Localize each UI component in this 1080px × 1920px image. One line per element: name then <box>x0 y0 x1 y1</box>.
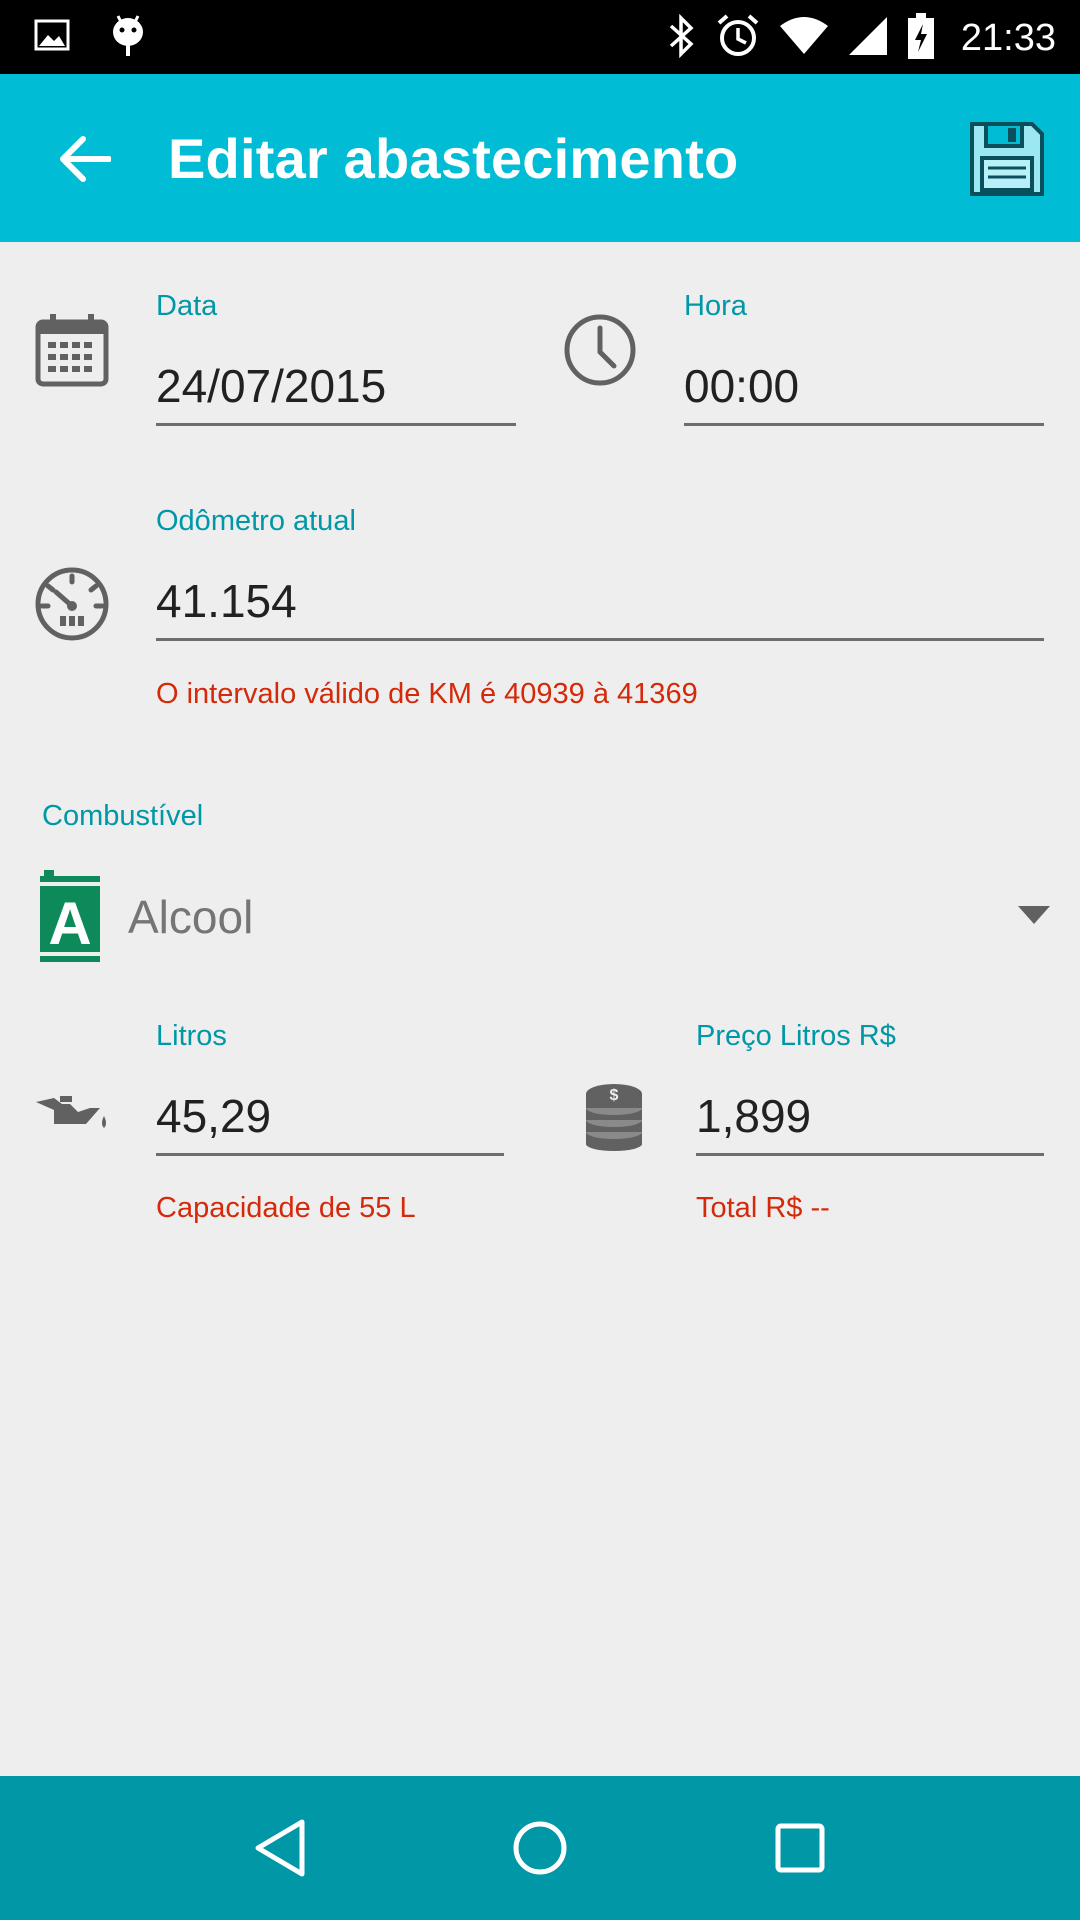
save-button[interactable] <box>968 120 1046 198</box>
calendar-icon <box>34 312 110 388</box>
wifi-icon <box>779 16 829 61</box>
bluetooth-icon <box>667 13 697 63</box>
back-triangle-icon <box>255 1819 305 1877</box>
recents-square-icon <box>775 1823 825 1873</box>
page-title: Editar abastecimento <box>168 127 739 190</box>
navigation-bar <box>0 1776 1080 1920</box>
image-icon <box>34 19 70 56</box>
liters-capacity-text: Capacidade de 55 L <box>156 1192 416 1224</box>
fuel-label: Combustível <box>42 800 204 832</box>
date-field: Data <box>156 290 516 426</box>
home-circle-icon <box>513 1821 567 1875</box>
nav-home-button[interactable] <box>495 1803 585 1893</box>
status-bar-right: 21:33 <box>667 10 1056 66</box>
price-input[interactable] <box>696 1089 1044 1156</box>
status-clock: 21:33 <box>960 16 1056 59</box>
price-label: Preço Litros R$ <box>696 1020 896 1052</box>
clock-icon <box>562 312 638 388</box>
speedometer-icon <box>34 566 110 642</box>
date-label: Data <box>156 290 218 322</box>
svg-text:$: $ <box>610 1087 619 1104</box>
back-button[interactable] <box>50 124 120 194</box>
status-bar: 21:33 <box>0 0 1080 74</box>
signal-icon <box>847 15 889 62</box>
oil-can-icon <box>34 1090 110 1140</box>
price-field: Preço Litros R$ <box>696 1020 1044 1156</box>
time-label: Hora <box>684 290 747 322</box>
odometer-label: Odômetro atual <box>156 505 356 537</box>
nav-back-button[interactable] <box>235 1803 325 1893</box>
total-price-text: Total R$ -- <box>696 1192 830 1224</box>
fuel-can-icon: A <box>36 868 104 964</box>
fuel-badge-letter: A <box>48 890 91 957</box>
fuel-select[interactable]: A Alcool <box>30 860 1050 970</box>
coins-icon: $ <box>584 1076 644 1152</box>
odometer-input[interactable] <box>156 574 1044 641</box>
liters-label: Litros <box>156 1020 227 1052</box>
status-bar-left <box>34 14 146 60</box>
floppy-disk-icon <box>970 122 1044 196</box>
app-bar: Editar abastecimento <box>0 74 1080 242</box>
liters-field: Litros <box>156 1020 504 1156</box>
android-icon <box>110 12 146 63</box>
time-input[interactable] <box>684 359 1044 426</box>
date-input[interactable] <box>156 359 516 426</box>
liters-input[interactable] <box>156 1089 504 1156</box>
arrow-back-icon <box>60 136 111 182</box>
dropdown-arrow-icon <box>1018 906 1050 924</box>
odometer-field: Odômetro atual <box>156 505 1044 641</box>
time-field: Hora <box>684 290 1044 426</box>
fuel-selected-value: Alcool <box>128 891 254 943</box>
odometer-error: O intervalo válido de KM é 40939 à 41369 <box>156 678 698 710</box>
nav-recents-button[interactable] <box>755 1803 845 1893</box>
alarm-icon <box>715 13 761 64</box>
battery-charging-icon <box>907 12 935 65</box>
